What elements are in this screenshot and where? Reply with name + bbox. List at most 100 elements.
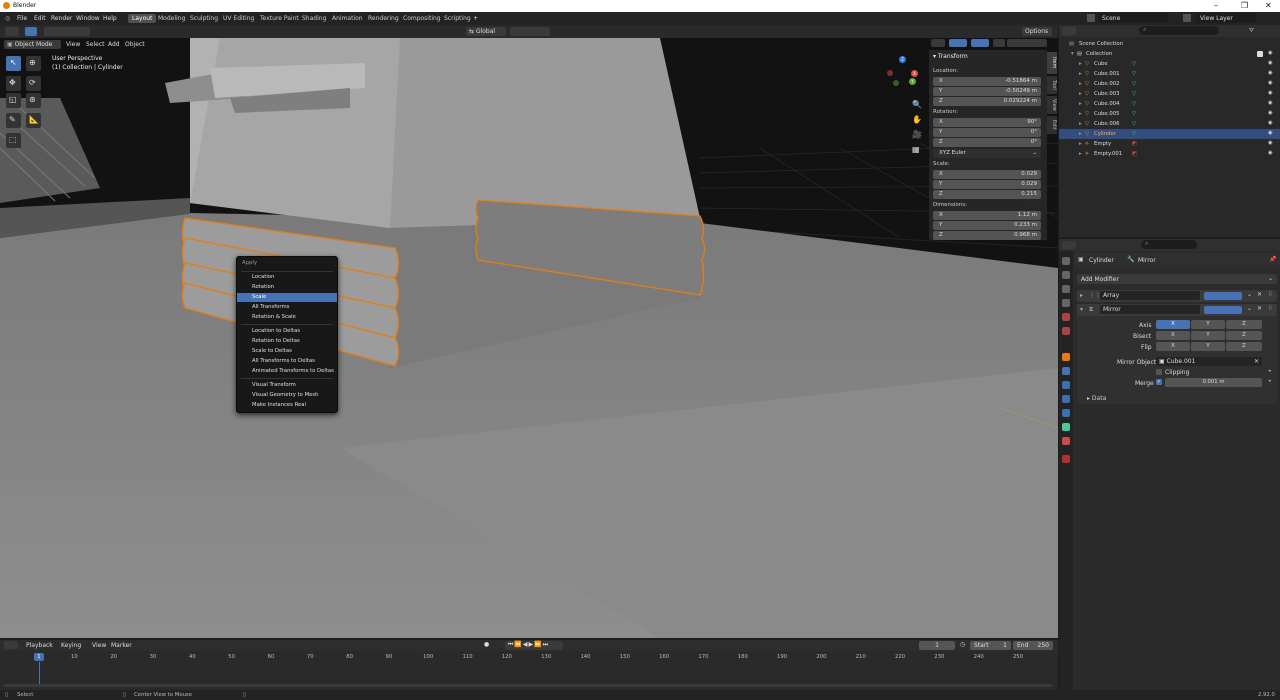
visibility-eye-icon[interactable]: ◉ <box>1268 50 1273 56</box>
menu-item-all-transforms-to-deltas[interactable]: All Transforms to Deltas <box>237 357 337 366</box>
mesh-data-icon[interactable]: ▽ <box>1132 61 1136 67</box>
outliner-item-collection[interactable]: ▾ ▤ Collection ◉ <box>1059 49 1280 59</box>
bisect-y-toggle[interactable]: Y <box>1191 331 1225 340</box>
scene-selector[interactable]: Scene <box>1098 13 1168 23</box>
scale-y-field[interactable]: Y 0.029 <box>933 180 1041 189</box>
camera-icon[interactable]: 🎥 <box>912 130 922 139</box>
tab-uv-editing[interactable]: UV Editing <box>219 14 258 23</box>
menu-item-rotation-scale[interactable]: Rotation & Scale <box>237 313 337 322</box>
pin-icon[interactable]: 📌 <box>1269 256 1276 263</box>
expand-arrow-icon[interactable]: ▾ <box>1071 51 1074 57</box>
menu-item-scale[interactable]: Scale <box>237 293 337 302</box>
visibility-eye-icon[interactable]: ◉ <box>1268 90 1273 96</box>
menu-help[interactable]: Help <box>103 15 117 22</box>
material-tab-icon[interactable] <box>1062 437 1070 445</box>
menu-item-visual-transform[interactable]: Visual Transform <box>237 381 337 390</box>
visibility-icon[interactable] <box>931 39 945 47</box>
constraints-tab-icon[interactable] <box>1062 409 1070 417</box>
location-y-field[interactable]: Y -0.50249 m <box>933 87 1041 96</box>
expand-arrow-icon[interactable]: ▸ <box>1079 101 1082 107</box>
modifier-name-input[interactable]: Array <box>1100 291 1200 300</box>
particles-tab-icon[interactable] <box>1062 381 1070 389</box>
menu-window[interactable]: Window <box>76 15 100 22</box>
keyframe-dot-icon[interactable]: • <box>1268 368 1272 375</box>
outliner-item-cube-005[interactable]: ▸ ▽ Cube.005 ▽ ◉ <box>1059 109 1280 119</box>
scale-tool[interactable]: ◱ <box>6 93 21 108</box>
data-tab-icon[interactable] <box>1062 423 1070 431</box>
select-box-tool[interactable]: ↖ <box>6 56 21 71</box>
gizmo-z-axis[interactable]: Z <box>899 56 906 63</box>
menu-item-make-instances-real[interactable]: Make Instances Real <box>237 401 337 410</box>
outliner-item-empty[interactable]: ▸ ⟡ Empty ◩ ◉ <box>1059 139 1280 149</box>
flip-y-toggle[interactable]: Y <box>1191 342 1225 351</box>
axis-z-toggle[interactable]: Z <box>1226 320 1262 329</box>
tab-texture-paint[interactable]: Texture Paint <box>256 14 303 23</box>
add-cube-tool[interactable]: ⬚ <box>6 133 21 148</box>
merge-distance-field[interactable]: 0.001 m <box>1165 378 1262 387</box>
outliner-item-cube-003[interactable]: ▸ ▽ Cube.003 ▽ ◉ <box>1059 89 1280 99</box>
mesh-data-icon[interactable]: ▽ <box>1132 121 1136 127</box>
flip-x-toggle[interactable]: X <box>1156 342 1190 351</box>
dimensions-x-field[interactable]: X 1.12 m <box>933 211 1041 220</box>
view-layer-selector[interactable]: View Layer <box>1196 13 1256 23</box>
tab-compositing[interactable]: Compositing <box>399 14 445 23</box>
collection-checkbox[interactable] <box>1257 51 1263 57</box>
menu-item-location[interactable]: Location <box>237 273 337 282</box>
mesh-data-icon[interactable]: ▽ <box>1132 111 1136 117</box>
modifier-visibility-toggles[interactable] <box>1204 292 1242 300</box>
scene-tab-icon[interactable] <box>1062 313 1070 321</box>
blender-menu-icon[interactable]: ◎ <box>5 15 10 22</box>
location-x-field[interactable]: X -0.51864 m <box>933 77 1041 86</box>
rotate-tool[interactable]: ⟳ <box>26 76 41 91</box>
expand-arrow-icon[interactable]: ▸ <box>1079 151 1082 157</box>
filter-icon[interactable]: ⛛ <box>1249 27 1254 35</box>
axis-y-toggle[interactable]: Y <box>1191 320 1225 329</box>
tab-sculpting[interactable]: Sculpting <box>186 14 222 23</box>
menu-item-scale-to-deltas[interactable]: Scale to Deltas <box>237 347 337 356</box>
outliner-item-cube-006[interactable]: ▸ ▽ Cube.006 ▽ ◉ <box>1059 119 1280 129</box>
expand-arrow-icon[interactable]: ▸ <box>1079 121 1082 127</box>
pivot-snap-group[interactable] <box>510 27 550 36</box>
tab-shading[interactable]: Shading <box>298 14 330 23</box>
outliner-item-cylinder[interactable]: ▸ ▽ Cylinder ▽ ◉ <box>1059 129 1280 139</box>
mesh-data-icon[interactable]: ▽ <box>1132 71 1136 77</box>
mesh-data-icon[interactable]: ▽ <box>1132 101 1136 107</box>
visibility-eye-icon[interactable]: ◉ <box>1268 110 1273 116</box>
sidebar-tab-item[interactable]: Item <box>1047 52 1057 74</box>
location-z-field[interactable]: Z 0.029224 m <box>933 97 1041 106</box>
collapse-arrow-icon[interactable]: ▾ <box>1080 306 1083 313</box>
scale-z-field[interactable]: Z 0.215 <box>933 190 1041 199</box>
zoom-icon[interactable]: 🔍 <box>912 100 922 109</box>
pan-hand-icon[interactable]: ✋ <box>912 115 922 124</box>
bisect-x-toggle[interactable]: X <box>1156 331 1190 340</box>
transform-section-header[interactable]: ▾ Transform <box>933 53 968 60</box>
expand-arrow-icon[interactable]: ▸ <box>1079 111 1082 117</box>
expand-arrow-icon[interactable]: ▸ <box>1080 292 1083 299</box>
menu-item-all-transforms[interactable]: All Transforms <box>237 303 337 312</box>
scale-x-field[interactable]: X 0.029 <box>933 170 1041 179</box>
menu-item-animated-transforms-to-deltas[interactable]: Animated Transforms to Deltas <box>237 367 337 376</box>
move-tool[interactable]: ✥ <box>6 76 21 91</box>
outliner-search-input[interactable]: ⌕ <box>1139 26 1219 35</box>
gizmo-neg-y[interactable] <box>893 80 899 86</box>
expand-arrow-icon[interactable]: ▸ <box>1079 131 1082 137</box>
outliner-item-cube-001[interactable]: ▸ ▽ Cube.001 ▽ ◉ <box>1059 69 1280 79</box>
physics-tab-icon[interactable] <box>1062 395 1070 403</box>
remove-modifier-icon[interactable]: ✕ <box>1257 291 1262 298</box>
bisect-z-toggle[interactable]: Z <box>1226 331 1262 340</box>
rotation-z-field[interactable]: Z 0° <box>933 138 1041 147</box>
sidebar-tab-edit[interactable]: Edit <box>1047 116 1057 134</box>
axis-x-toggle[interactable]: X <box>1156 320 1190 329</box>
chevron-down-icon[interactable]: ⌄ <box>1247 305 1252 312</box>
options-dropdown[interactable]: Options <box>1022 27 1052 36</box>
grid-view-icon[interactable]: ▦ <box>912 145 920 154</box>
drag-handle-icon[interactable]: ⠿ <box>1268 305 1272 312</box>
outliner-item-cube-002[interactable]: ▸ ▽ Cube.002 ▽ ◉ <box>1059 79 1280 89</box>
clear-icon[interactable]: ✕ <box>1254 358 1259 365</box>
modifier-visibility-toggles[interactable] <box>1204 306 1242 314</box>
gizmo-toggle-icon[interactable] <box>949 39 967 47</box>
expand-arrow-icon[interactable]: ▸ <box>1079 141 1082 147</box>
visibility-eye-icon[interactable]: ◉ <box>1268 100 1273 106</box>
menu-item-rotation[interactable]: Rotation <box>237 283 337 292</box>
gizmo-x-axis[interactable]: X <box>911 70 918 77</box>
